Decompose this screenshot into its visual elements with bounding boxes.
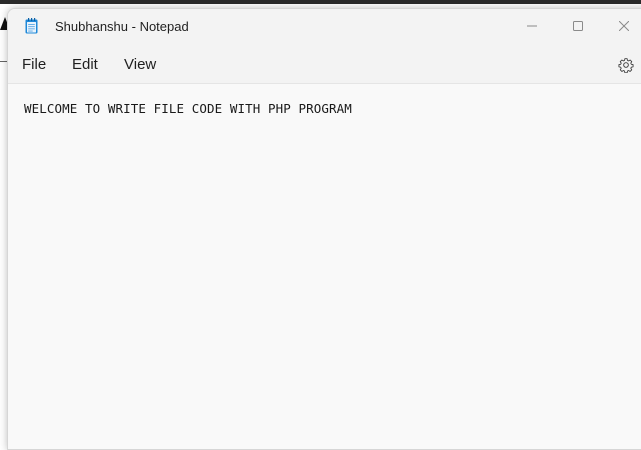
window-title: Shubhanshu - Notepad	[55, 19, 189, 34]
menu-file[interactable]: File	[22, 56, 46, 73]
menu-bar: File Edit View	[8, 47, 641, 83]
close-button[interactable]	[601, 9, 641, 43]
background-window-edge	[0, 0, 641, 4]
close-icon	[619, 21, 629, 31]
minimize-button[interactable]	[509, 9, 555, 43]
editor-content[interactable]: WELCOME TO WRITE FILE CODE WITH PHP PROG…	[24, 101, 352, 116]
title-bar[interactable]: Shubhanshu - Notepad	[8, 9, 641, 45]
gear-icon	[618, 58, 634, 73]
maximize-button[interactable]	[555, 9, 601, 43]
menu-view[interactable]: View	[124, 56, 156, 73]
menu-edit[interactable]: Edit	[72, 56, 98, 73]
maximize-icon	[573, 21, 583, 31]
notepad-window: Shubhanshu - Notepad File Edit View WELC…	[7, 8, 641, 450]
notepad-icon	[25, 18, 38, 34]
minimize-icon	[527, 25, 537, 27]
settings-button[interactable]	[614, 53, 638, 77]
text-editor[interactable]: WELCOME TO WRITE FILE CODE WITH PHP PROG…	[8, 84, 641, 449]
